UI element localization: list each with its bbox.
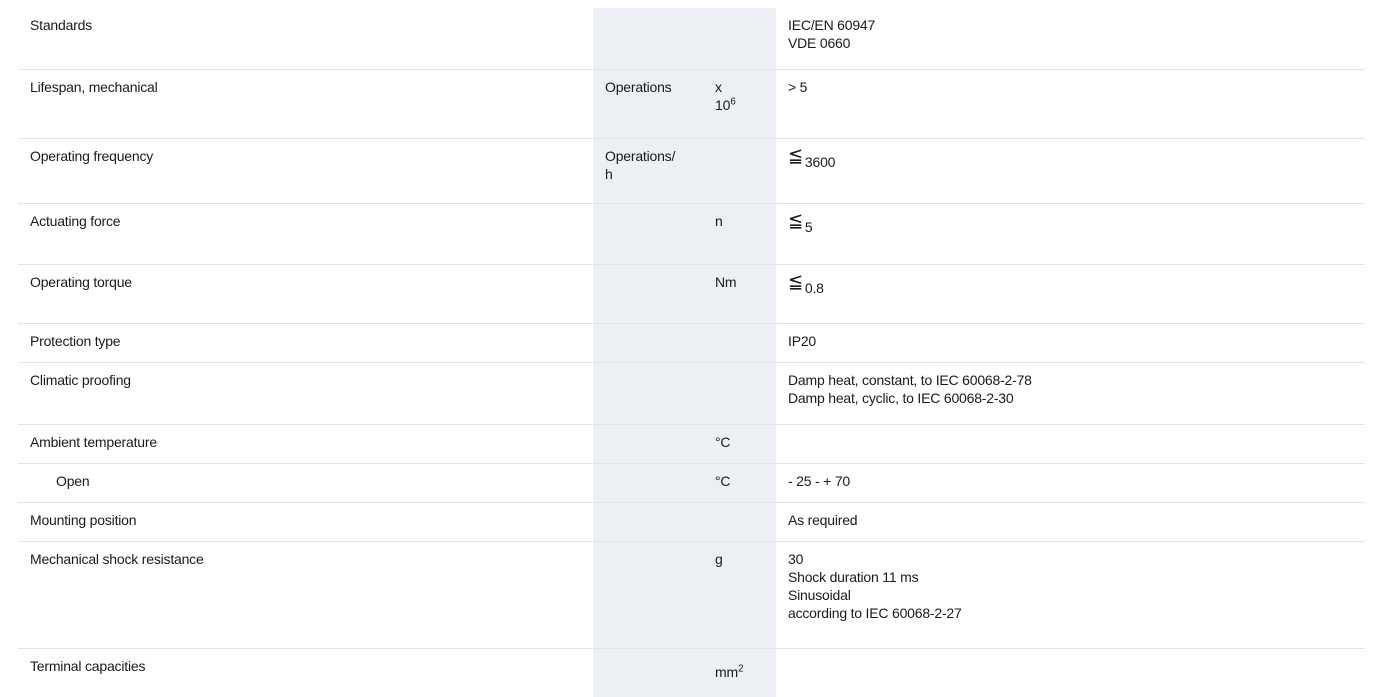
unit-cell bbox=[703, 8, 776, 70]
spec-value bbox=[776, 425, 1365, 464]
spec-label: Operating torque bbox=[18, 265, 593, 324]
spec-value: ≦5 bbox=[776, 204, 1365, 265]
spec-value: IEC/EN 60947 VDE 0660 bbox=[776, 8, 1365, 70]
table-row: Mounting position As required bbox=[18, 503, 1365, 542]
value-line: - 25 - + 70 bbox=[788, 472, 1353, 490]
unit-cell bbox=[703, 139, 776, 204]
unit-cell bbox=[593, 204, 703, 265]
spec-value: ≦3600 bbox=[776, 139, 1365, 204]
specifications-sheet: Standards IEC/EN 60947 VDE 0660 Lifespan… bbox=[18, 8, 1365, 661]
unit-cell bbox=[703, 503, 776, 542]
unit-cell: x 106 bbox=[703, 70, 776, 139]
unit-base: 10 bbox=[715, 97, 730, 113]
table-row: Operating torque Nm ≦0.8 bbox=[18, 265, 1365, 324]
table-row: Lifespan, mechanical Operations x 106 > … bbox=[18, 70, 1365, 139]
unit-cell: g bbox=[703, 542, 776, 649]
value-line: Shock duration 11 ms bbox=[788, 568, 1353, 586]
sublabel-text: Open bbox=[30, 472, 89, 490]
spec-value: > 5 bbox=[776, 70, 1365, 139]
spec-label: Ambient temperature bbox=[18, 425, 593, 464]
unit-cell bbox=[593, 649, 703, 697]
unit-cell bbox=[593, 324, 703, 363]
unit-exponent: 6 bbox=[730, 96, 735, 107]
less-equal-icon: ≦ bbox=[788, 212, 803, 230]
value-line: Damp heat, constant, to IEC 60068-2-78 bbox=[788, 371, 1353, 389]
value-line: As required bbox=[788, 511, 1353, 529]
table-row: Ambient temperature °C bbox=[18, 425, 1365, 464]
value-line: VDE 0660 bbox=[788, 34, 1353, 52]
unit-cell bbox=[593, 8, 703, 70]
value-number: 3600 bbox=[805, 153, 835, 171]
spec-value: 30 Shock duration 11 ms Sinusoidal accor… bbox=[776, 542, 1365, 649]
spec-value bbox=[776, 649, 1365, 697]
unit-cell bbox=[703, 324, 776, 363]
less-equal-icon: ≦ bbox=[788, 147, 803, 165]
unit-multiplier: x bbox=[715, 78, 764, 96]
unit-cell: Nm bbox=[703, 265, 776, 324]
table-row: Actuating force n ≦5 bbox=[18, 204, 1365, 265]
less-equal-icon: ≦ bbox=[788, 273, 803, 291]
unit-cell: Operations bbox=[593, 70, 703, 139]
table-row: Mechanical shock resistance g 30 Shock d… bbox=[18, 542, 1365, 649]
unit-power: 106 bbox=[715, 96, 764, 114]
unit-exponent: 2 bbox=[738, 663, 743, 674]
spec-value: Damp heat, constant, to IEC 60068-2-78 D… bbox=[776, 363, 1365, 425]
value-line: > 5 bbox=[788, 78, 1353, 96]
table-row: Climatic proofing Damp heat, constant, t… bbox=[18, 363, 1365, 425]
spec-label: Climatic proofing bbox=[18, 363, 593, 425]
table-row: Open °C - 25 - + 70 bbox=[18, 464, 1365, 503]
table-row: Operating frequency Operations/ h ≦3600 bbox=[18, 139, 1365, 204]
unit-cell: n bbox=[703, 204, 776, 265]
unit-cell: mm2 bbox=[703, 649, 776, 697]
unit-cell bbox=[703, 363, 776, 425]
unit-cell bbox=[593, 425, 703, 464]
value-line: Sinusoidal bbox=[788, 586, 1353, 604]
specifications-table: Standards IEC/EN 60947 VDE 0660 Lifespan… bbox=[18, 8, 1365, 697]
unit-cell bbox=[593, 363, 703, 425]
value-number: 5 bbox=[805, 218, 813, 236]
spec-value: - 25 - + 70 bbox=[776, 464, 1365, 503]
spec-label: Mounting position bbox=[18, 503, 593, 542]
value-number: 0.8 bbox=[805, 279, 824, 297]
value-line: IEC/EN 60947 bbox=[788, 16, 1353, 34]
unit-cell bbox=[593, 542, 703, 649]
table-row: Standards IEC/EN 60947 VDE 0660 bbox=[18, 8, 1365, 70]
table-row: Terminal capacities mm2 bbox=[18, 649, 1365, 697]
unit-line: Operations/ bbox=[605, 147, 691, 165]
unit-cell: °C bbox=[703, 464, 776, 503]
value-line: IP20 bbox=[788, 332, 1353, 350]
value-line: according to IEC 60068-2-27 bbox=[788, 604, 1353, 622]
spec-sublabel: Open bbox=[18, 464, 593, 503]
spec-label: Lifespan, mechanical bbox=[18, 70, 593, 139]
value-line: Damp heat, cyclic, to IEC 60068-2-30 bbox=[788, 389, 1353, 407]
spec-label: Protection type bbox=[18, 324, 593, 363]
spec-value: ≦0.8 bbox=[776, 265, 1365, 324]
table-row: Protection type IP20 bbox=[18, 324, 1365, 363]
spec-label: Actuating force bbox=[18, 204, 593, 265]
unit-cell bbox=[593, 265, 703, 324]
unit-line: h bbox=[605, 165, 691, 183]
unit-cell bbox=[593, 503, 703, 542]
unit-cell: °C bbox=[703, 425, 776, 464]
spec-label: Operating frequency bbox=[18, 139, 593, 204]
spec-value: IP20 bbox=[776, 324, 1365, 363]
spec-label: Mechanical shock resistance bbox=[18, 542, 593, 649]
spec-label: Terminal capacities bbox=[18, 649, 593, 697]
spec-label: Standards bbox=[18, 8, 593, 70]
value-line: 30 bbox=[788, 550, 1353, 568]
unit-cell bbox=[593, 464, 703, 503]
unit-cell: Operations/ h bbox=[593, 139, 703, 204]
unit-base: mm bbox=[715, 664, 738, 680]
spec-value: As required bbox=[776, 503, 1365, 542]
